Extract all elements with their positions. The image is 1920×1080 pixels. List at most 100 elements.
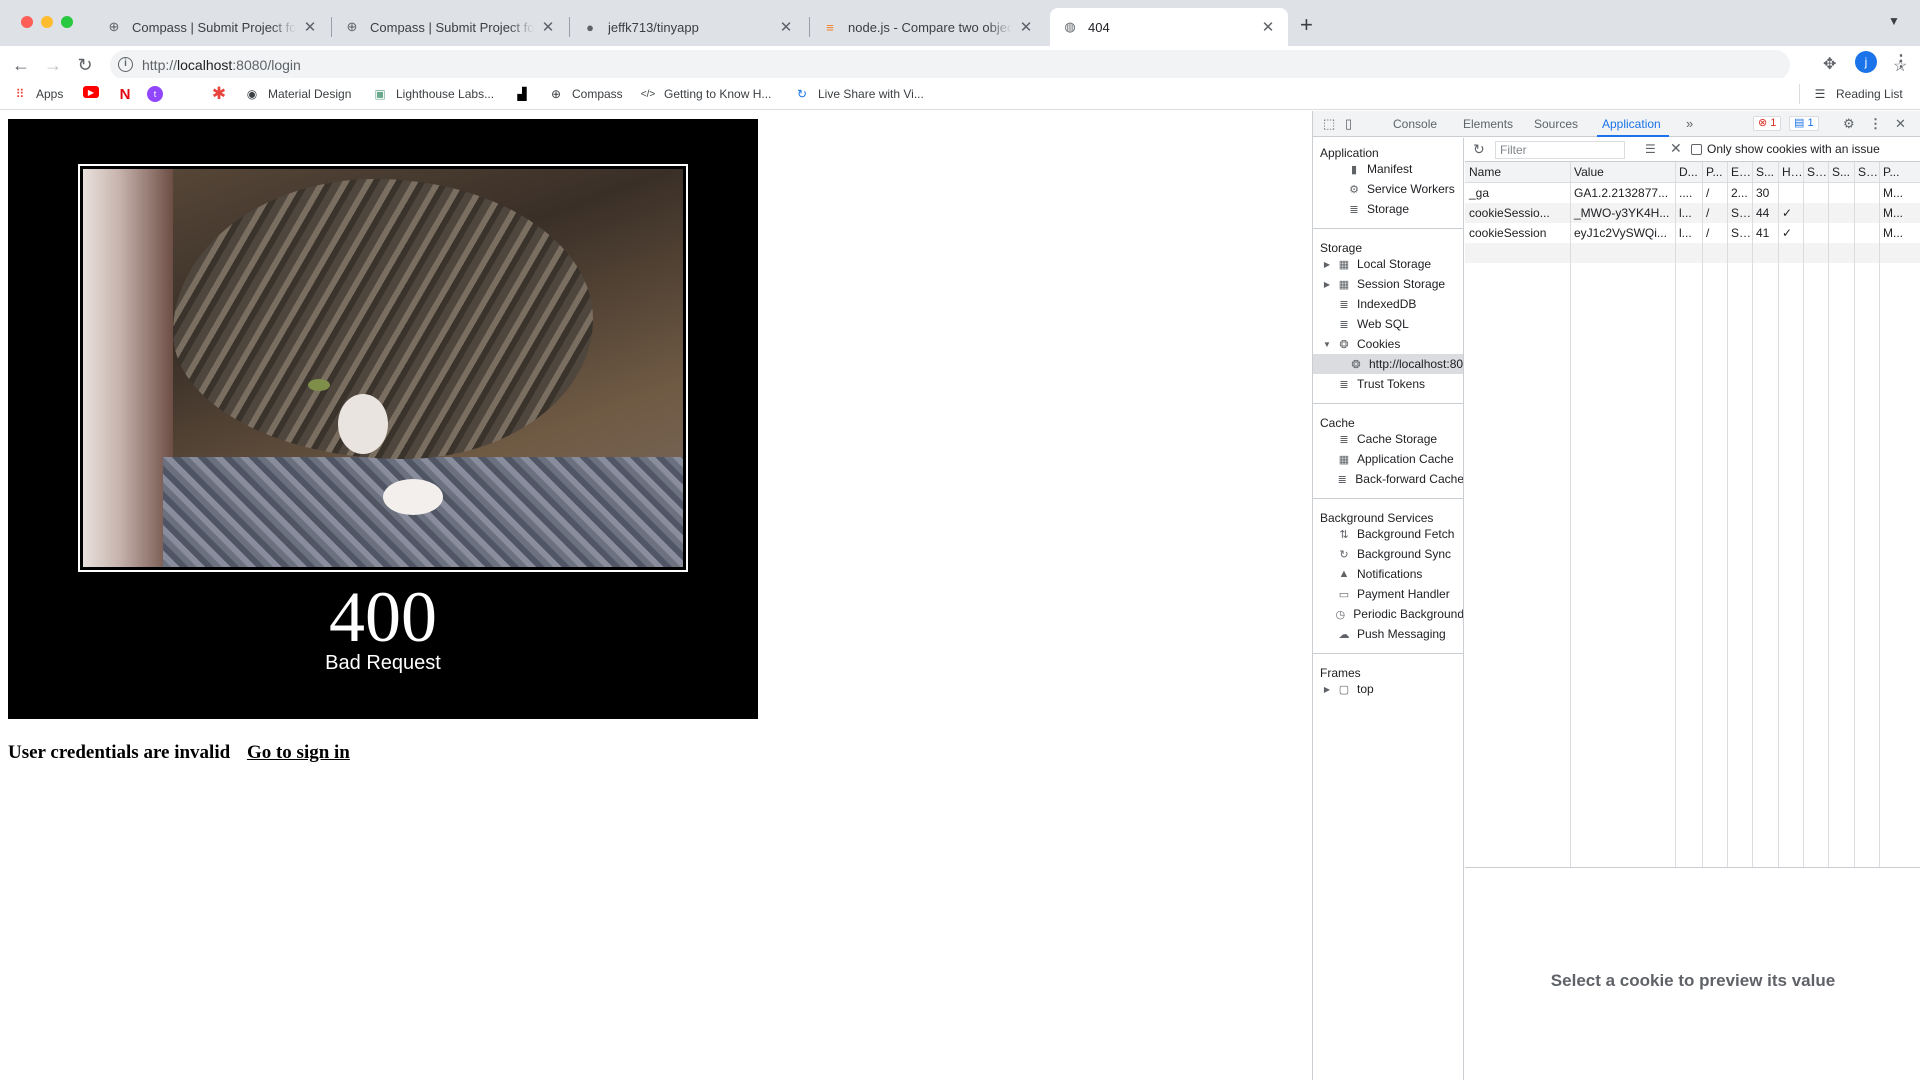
browser-tab[interactable]: ≡ node.js - Compare two objects ✕ (810, 8, 1046, 46)
tab-elements[interactable]: Elements (1463, 117, 1513, 131)
column-divider[interactable] (1828, 162, 1829, 867)
close-tab-icon[interactable]: ✕ (302, 18, 318, 36)
error-count-badge[interactable]: ⊗ 1 (1753, 116, 1782, 131)
sidebar-item-background-sync[interactable]: ↻ Background Sync (1313, 544, 1463, 564)
bookmark-apps[interactable]: ⠿ Apps (12, 86, 64, 102)
browser-tab[interactable]: ⊕ Compass | Submit Project for E ✕ (94, 8, 330, 46)
back-icon[interactable]: ← (10, 54, 32, 76)
sidebar-item-local-storage[interactable]: ▶ ▦ Local Storage (1313, 254, 1463, 274)
bookmark-compass[interactable]: ⊕ Compass (548, 86, 623, 102)
close-devtools-icon[interactable]: ✕ (1895, 116, 1906, 132)
sidebar-item-notifications[interactable]: ▲ Notifications (1313, 564, 1463, 584)
sidebar-item-indexeddb[interactable]: ≣ IndexedDB (1313, 294, 1463, 314)
column-header[interactable]: Value (1570, 162, 1675, 182)
new-tab-button[interactable]: + (1300, 12, 1313, 38)
column-header[interactable]: Name (1465, 162, 1570, 182)
clear-all-icon[interactable]: ✕ (1670, 140, 1682, 157)
expand-arrow-icon[interactable]: ▶ (1322, 260, 1332, 269)
sidebar-item-payment-handler[interactable]: ▭ Payment Handler (1313, 584, 1463, 604)
column-header[interactable]: S... (1828, 162, 1854, 182)
tab-application[interactable]: Application (1602, 117, 1661, 131)
settings-gear-icon[interactable]: ⚙ (1843, 116, 1855, 132)
bookmark-netflix[interactable]: N (117, 86, 141, 103)
signin-link[interactable]: Go to sign in (247, 742, 350, 763)
column-divider[interactable] (1570, 162, 1571, 867)
url-text[interactable]: http://localhost:8080/login (142, 57, 301, 73)
sidebar-item-periodic-background-sync[interactable]: ◷ Periodic Background (1313, 604, 1463, 624)
column-divider[interactable] (1675, 162, 1676, 867)
tab-title: Compass | Submit Project for E (370, 19, 534, 35)
address-bar[interactable]: i http://localhost:8080/login ⚿ ☆ (110, 50, 1907, 80)
only-issue-checkbox[interactable] (1691, 144, 1702, 155)
filter-options-icon[interactable]: ☰ (1645, 142, 1656, 156)
sidebar-item-application-cache[interactable]: ▦ Application Cache (1313, 449, 1463, 469)
reload-icon[interactable]: ↻ (74, 54, 96, 76)
close-tab-icon[interactable]: ✕ (778, 18, 794, 36)
column-header[interactable]: P... (1879, 162, 1920, 182)
sidebar-item-cache-storage[interactable]: ≣ Cache Storage (1313, 429, 1463, 449)
close-tab-icon[interactable]: ✕ (1260, 18, 1276, 36)
device-toolbar-icon[interactable]: ▯ (1345, 116, 1352, 132)
column-divider[interactable] (1854, 162, 1855, 867)
collapse-arrow-icon[interactable]: ▼ (1322, 340, 1332, 349)
column-header[interactable]: E... (1727, 162, 1752, 182)
bookmark-unsplash[interactable]: ▟ (514, 86, 538, 102)
inspect-element-icon[interactable]: ⬚ (1323, 116, 1335, 132)
minimize-window-button[interactable] (41, 16, 53, 28)
close-window-button[interactable] (21, 16, 33, 28)
expand-arrow-icon[interactable]: ▶ (1322, 280, 1332, 289)
column-divider[interactable] (1702, 162, 1703, 867)
browser-tab[interactable]: ⊕ Compass | Submit Project for E ✕ (332, 8, 568, 46)
sidebar-item-manifest[interactable]: ▮ Manifest (1313, 159, 1463, 179)
tab-sources[interactable]: Sources (1534, 117, 1578, 131)
sidebar-item-back-forward-cache[interactable]: ≣ Back-forward Cache (1313, 469, 1463, 489)
expand-arrow-icon[interactable]: ▶ (1322, 685, 1332, 694)
refresh-icon[interactable]: ↻ (1473, 141, 1485, 158)
sidebar-item-session-storage[interactable]: ▶ ▦ Session Storage (1313, 274, 1463, 294)
bookmark-getting-to-know[interactable]: </> Getting to Know H... (640, 86, 772, 102)
bookmark-material-design[interactable]: ◉ Material Design (244, 86, 352, 102)
sidebar-item-frame-top[interactable]: ▶ ▢ top (1313, 679, 1463, 699)
column-divider[interactable] (1727, 162, 1728, 867)
column-header[interactable]: H... (1778, 162, 1803, 182)
sidebar-item-cookies[interactable]: ▼ ❂ Cookies (1313, 334, 1463, 354)
column-divider[interactable] (1778, 162, 1779, 867)
sidebar-item-push-messaging[interactable]: ☁ Push Messaging (1313, 624, 1463, 644)
sidebar-item-trust-tokens[interactable]: ≣ Trust Tokens (1313, 374, 1463, 394)
browser-tab-active[interactable]: ◍ 404 ✕ (1050, 8, 1288, 46)
tab-console[interactable]: Console (1393, 117, 1437, 131)
column-header[interactable]: S... (1803, 162, 1828, 182)
profile-avatar[interactable]: j (1855, 51, 1877, 73)
bookmark-twitch[interactable]: t (147, 86, 171, 102)
browser-tab[interactable]: ● jeffk713/tinyapp ✕ (570, 8, 806, 46)
column-header[interactable]: S... (1752, 162, 1778, 182)
column-divider[interactable] (1879, 162, 1880, 867)
site-info-icon[interactable]: i (118, 57, 133, 72)
bookmark-youtube[interactable]: ▶ (83, 86, 107, 98)
column-header[interactable]: S... (1854, 162, 1879, 182)
sidebar-item-service-workers[interactable]: ⚙ Service Workers (1313, 179, 1463, 199)
message-count-badge[interactable]: ▤ 1 (1789, 116, 1819, 131)
sidebar-item-cookie-origin[interactable]: ❂ http://localhost:80 (1313, 354, 1463, 374)
close-tab-icon[interactable]: ✕ (1018, 18, 1034, 36)
sidebar-item-storage[interactable]: ≣ Storage (1313, 199, 1463, 219)
maximize-window-button[interactable] (61, 16, 73, 28)
cookie-filter-input[interactable]: Filter (1495, 141, 1625, 159)
close-tab-icon[interactable]: ✕ (540, 18, 556, 36)
more-tabs-icon[interactable]: » (1686, 116, 1693, 131)
reading-list-button[interactable]: ☰ Reading List (1812, 86, 1903, 102)
browser-menu-icon[interactable]: ⋮ (1893, 51, 1909, 71)
column-header[interactable]: D... (1675, 162, 1702, 182)
tab-search-icon[interactable]: ▼ (1888, 14, 1900, 28)
bookmark-asterisk[interactable]: ✱ (211, 84, 235, 103)
column-header[interactable]: P... (1702, 162, 1727, 182)
column-divider[interactable] (1752, 162, 1753, 867)
sidebar-item-background-fetch[interactable]: ⇅ Background Fetch (1313, 524, 1463, 544)
column-divider[interactable] (1803, 162, 1804, 867)
extensions-puzzle-icon[interactable]: ✥ (1823, 54, 1836, 74)
bookmark-lighthouse[interactable]: ▣ Lighthouse Labs... (372, 86, 494, 102)
devtools-menu-icon[interactable]: ⋮ (1869, 116, 1882, 132)
sidebar-item-web-sql[interactable]: ≣ Web SQL (1313, 314, 1463, 334)
forward-icon[interactable]: → (42, 54, 64, 76)
bookmark-live-share[interactable]: ↻ Live Share with Vi... (794, 86, 924, 102)
